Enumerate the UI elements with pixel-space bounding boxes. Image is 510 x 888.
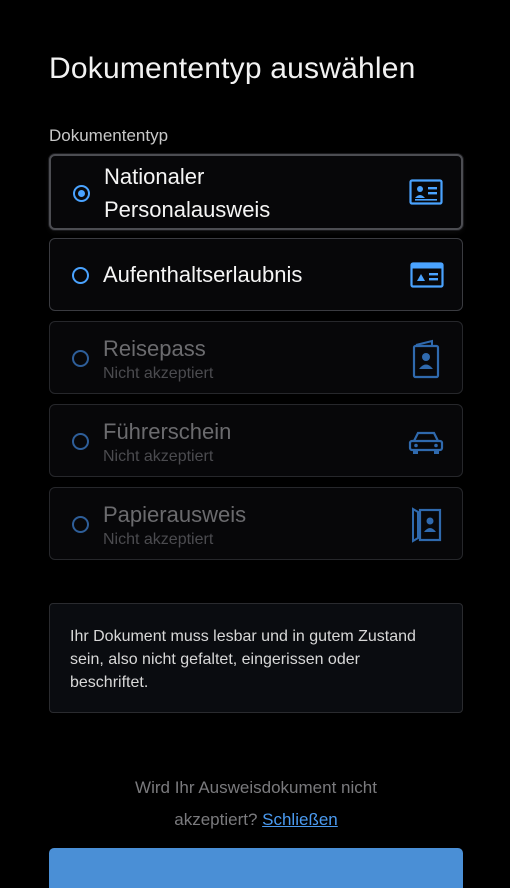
option-title: Führerschein — [103, 419, 232, 444]
option-subtitle: Nicht akzeptiert — [103, 531, 214, 548]
option-national-id[interactable]: Nationaler Personalausweis — [49, 154, 463, 230]
option-drivers-license: Führerschein Nicht akzeptiert — [49, 404, 463, 477]
footer-help-text: Wird Ihr Ausweisdokument nicht akzeptier… — [49, 772, 463, 836]
option-title: Aufenthaltserlaubnis — [103, 262, 303, 287]
continue-button[interactable] — [49, 848, 463, 888]
option-title: Papierausweis — [103, 502, 247, 527]
footer-line1: Wird Ihr Ausweisdokument nicht — [135, 778, 377, 797]
radio-button-checked[interactable] — [73, 185, 90, 202]
radio-button-disabled — [72, 433, 89, 450]
id-card-icon — [409, 179, 443, 210]
info-text: Ihr Dokument muss lesbar und in gutem Zu… — [70, 628, 416, 691]
footer-line2-prefix: akzeptiert? — [174, 810, 263, 829]
option-title-line2: Personalausweis — [104, 197, 271, 222]
option-subtitle: Nicht akzeptiert — [103, 448, 214, 465]
radio-button-disabled — [72, 350, 89, 367]
option-paper-id: Papierausweis Nicht akzeptiert — [49, 487, 463, 560]
page-title: Dokumententyp auswählen — [49, 52, 416, 85]
paper-id-icon — [410, 506, 442, 549]
option-title: Reisepass — [103, 336, 206, 361]
option-residence-permit[interactable]: Aufenthaltserlaubnis — [49, 238, 463, 311]
car-icon — [408, 429, 444, 460]
info-notice: Ihr Dokument muss lesbar und in gutem Zu… — [49, 603, 463, 713]
option-subtitle: Nicht akzeptiert — [103, 365, 214, 382]
residence-permit-card-icon — [410, 262, 444, 293]
close-link[interactable]: Schließen — [262, 810, 338, 829]
option-passport: Reisepass Nicht akzeptiert — [49, 321, 463, 394]
radio-button-disabled — [72, 516, 89, 533]
document-type-label: Dokumententyp — [49, 126, 169, 145]
option-title: Nationaler Personalausweis — [104, 160, 270, 226]
option-title-line1: Nationaler — [104, 164, 205, 189]
radio-button[interactable] — [72, 267, 89, 284]
passport-icon — [412, 339, 440, 384]
footer-line2: akzeptiert? Schließen — [49, 804, 463, 836]
